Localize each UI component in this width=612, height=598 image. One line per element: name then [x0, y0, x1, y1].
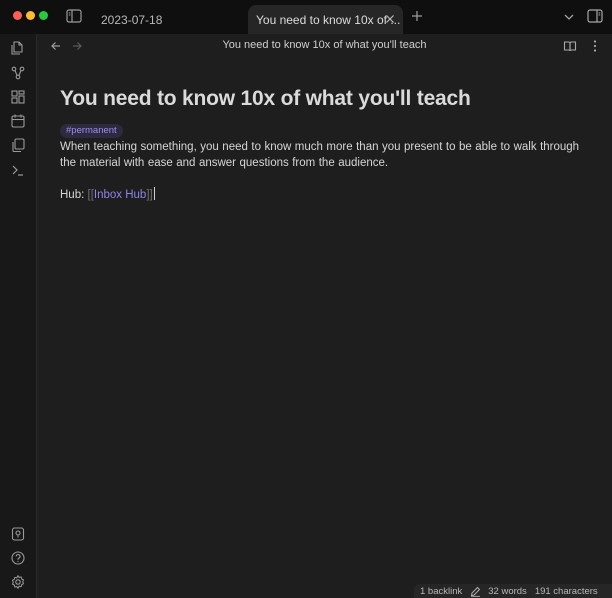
maximize-window-button[interactable] — [39, 11, 48, 20]
file-explorer-icon[interactable] — [10, 40, 26, 56]
close-tab-icon[interactable] — [384, 13, 396, 25]
new-tab-icon[interactable] — [410, 9, 424, 23]
app-window: 2023-07-18 You need to know 10x of ... Y… — [0, 0, 612, 598]
more-vertical-icon[interactable] — [588, 39, 602, 53]
backlink-count[interactable]: 1 backlink — [420, 586, 462, 597]
status-bar: 1 backlink 32 words 191 characters — [414, 584, 612, 598]
command-palette-icon[interactable] — [10, 162, 26, 178]
vault-switcher-icon[interactable] — [10, 526, 26, 542]
view-header: You need to know 10x of what you'll teac… — [37, 34, 612, 58]
title-bar: 2023-07-18 You need to know 10x of ... — [0, 0, 612, 34]
tag-permanent[interactable]: #permanent — [60, 124, 123, 138]
right-sidebar-toggle-icon[interactable] — [587, 9, 603, 23]
book-open-icon[interactable] — [563, 39, 577, 53]
pencil-icon[interactable] — [470, 586, 481, 597]
hub-label: Hub: — [60, 189, 88, 201]
canvas-icon[interactable] — [10, 89, 26, 105]
note-body-paragraph[interactable]: When teaching something, you need to kno… — [60, 139, 590, 171]
left-ribbon — [0, 34, 37, 598]
left-sidebar-toggle-icon[interactable] — [66, 9, 82, 23]
word-count: 32 words — [488, 585, 527, 597]
text-cursor — [153, 187, 155, 200]
tab-label: 2023-07-18 — [101, 12, 163, 27]
graph-view-icon[interactable] — [10, 65, 26, 81]
note-content[interactable]: You need to know 10x of what you'll teac… — [60, 84, 590, 203]
link-close-bracket: ]] — [146, 189, 153, 201]
minimize-window-button[interactable] — [26, 11, 35, 20]
editor-pane: You need to know 10x of what you'll teac… — [37, 34, 612, 598]
hub-line[interactable]: Hub: [[Inbox Hub]] — [60, 187, 590, 203]
tab-current-note[interactable]: You need to know 10x of ... — [248, 5, 403, 34]
internal-link-inbox-hub[interactable]: Inbox Hub — [94, 189, 146, 201]
view-header-title[interactable]: You need to know 10x of what you'll teac… — [37, 39, 612, 51]
help-icon[interactable] — [10, 550, 26, 566]
character-count: 191 characters — [534, 585, 598, 597]
tab-label: You need to know 10x of ... — [256, 12, 401, 27]
note-title[interactable]: You need to know 10x of what you'll teac… — [60, 84, 590, 114]
templates-icon[interactable] — [10, 137, 26, 153]
daily-note-icon[interactable] — [10, 113, 26, 129]
tab-daily-note[interactable]: 2023-07-18 — [92, 5, 242, 34]
close-window-button[interactable] — [13, 11, 22, 20]
settings-icon[interactable] — [10, 574, 26, 590]
chevron-down-icon[interactable] — [562, 10, 576, 24]
